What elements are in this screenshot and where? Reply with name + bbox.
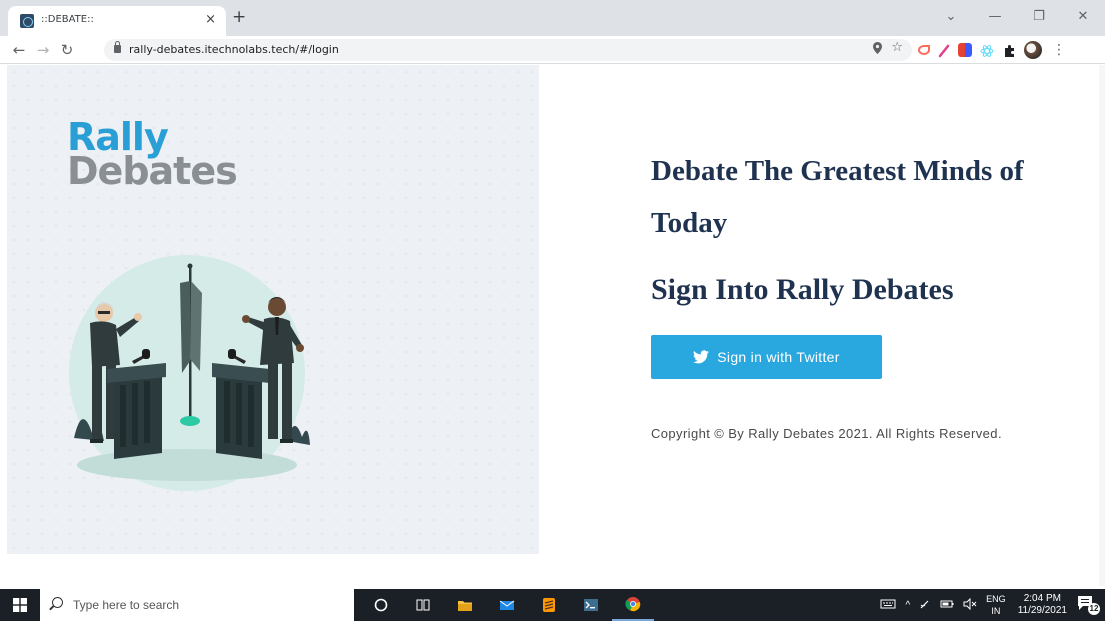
taskbar-search-placeholder: Type here to search bbox=[73, 598, 180, 612]
cortana-icon[interactable] bbox=[360, 589, 402, 621]
address-bar[interactable]: rally-debates.itechnolabs.tech/#/login ☆ bbox=[104, 39, 912, 61]
browser-tab[interactable]: ::DEBATE:: × bbox=[8, 6, 226, 36]
browser-menu-icon[interactable]: ⋮ bbox=[1052, 42, 1066, 58]
tab-title: ::DEBATE:: bbox=[41, 14, 94, 25]
chrome-icon[interactable] bbox=[612, 589, 654, 621]
login-page: Rally Debates Debate The Greatest Minds … bbox=[0, 65, 1105, 586]
back-arrow-icon[interactable]: ← bbox=[8, 39, 30, 61]
tab-search-icon[interactable]: ⌄ bbox=[929, 0, 973, 32]
clock-date: 11/29/2021 bbox=[1017, 605, 1067, 616]
taskbar-pinned-apps bbox=[360, 589, 654, 621]
windows-taskbar: Type here to search ^ ENG IN 2:04 PM 11/… bbox=[0, 589, 1105, 621]
lock-icon[interactable] bbox=[114, 41, 121, 53]
extensions-bar: ⋮ bbox=[918, 41, 1066, 59]
page-scrollbar[interactable] bbox=[1099, 65, 1105, 586]
location-pin-icon[interactable] bbox=[873, 42, 882, 57]
input-language-indicator[interactable]: ENG IN bbox=[986, 593, 1006, 617]
react-favicon-icon bbox=[20, 14, 34, 28]
bookmark-star-icon[interactable]: ☆ bbox=[891, 40, 903, 55]
notification-count-badge: 12 bbox=[1088, 603, 1100, 615]
action-center-button[interactable]: 12 bbox=[1077, 595, 1100, 615]
twitter-button-label: Sign in with Twitter bbox=[717, 349, 840, 365]
windows-logo-icon bbox=[13, 598, 27, 612]
search-icon bbox=[52, 597, 63, 608]
logo-debates-text: Debates bbox=[67, 149, 238, 193]
windows-start-button[interactable] bbox=[0, 589, 40, 621]
twitter-bird-icon bbox=[693, 350, 710, 364]
file-explorer-icon[interactable] bbox=[444, 589, 486, 621]
login-panel: Debate The Greatest Minds of Today Sign … bbox=[540, 65, 1105, 554]
extension-pen-icon[interactable] bbox=[938, 43, 950, 58]
pen-workspace-icon[interactable] bbox=[919, 598, 931, 613]
mail-icon[interactable] bbox=[486, 589, 528, 621]
system-clock[interactable]: 2:04 PM 11/29/2021 bbox=[1018, 593, 1067, 617]
close-tab-icon[interactable]: × bbox=[205, 12, 216, 27]
window-controls: ⌄ — ❐ ✕ bbox=[929, 0, 1105, 36]
terminal-icon[interactable] bbox=[570, 589, 612, 621]
reload-icon[interactable]: ↻ bbox=[56, 39, 78, 61]
language-code: ENG bbox=[986, 594, 1006, 604]
sign-in-heading: Sign Into Rally Debates bbox=[651, 273, 954, 306]
extension-grid-icon[interactable] bbox=[958, 43, 972, 57]
url-text[interactable]: rally-debates.itechnolabs.tech/#/login bbox=[129, 43, 339, 56]
system-tray: ^ ENG IN 2:04 PM 11/29/2021 12 bbox=[880, 589, 1105, 621]
sign-in-with-twitter-button[interactable]: Sign in with Twitter bbox=[651, 335, 882, 379]
new-tab-button[interactable]: + bbox=[232, 8, 246, 26]
show-hidden-icons-icon[interactable]: ^ bbox=[905, 600, 910, 611]
restore-button[interactable]: ❐ bbox=[1017, 0, 1061, 32]
forward-arrow-icon[interactable]: → bbox=[32, 39, 54, 61]
extensions-puzzle-icon[interactable] bbox=[1002, 43, 1016, 57]
debate-podium-illustration bbox=[69, 255, 310, 491]
battery-icon[interactable] bbox=[940, 599, 954, 612]
region-code: IN bbox=[991, 606, 1001, 616]
volume-muted-icon[interactable] bbox=[963, 597, 977, 613]
profile-avatar[interactable] bbox=[1024, 41, 1042, 59]
minimize-button[interactable]: — bbox=[973, 0, 1017, 32]
page-headline: Debate The Greatest Minds of Today bbox=[651, 155, 1024, 239]
close-window-button[interactable]: ✕ bbox=[1061, 0, 1105, 32]
taskbar-search-box[interactable]: Type here to search bbox=[40, 589, 354, 621]
extension-arrow-icon[interactable] bbox=[918, 45, 930, 55]
rally-debates-logo: Rally Debates bbox=[67, 118, 238, 193]
browser-tabbar: ::DEBATE:: × + ⌄ — ❐ ✕ bbox=[0, 0, 1105, 36]
keyboard-icon[interactable] bbox=[880, 598, 896, 613]
copyright-text: Copyright © By Rally Debates 2021. All R… bbox=[651, 426, 1002, 441]
sublime-text-icon[interactable] bbox=[528, 589, 570, 621]
extension-react-icon[interactable] bbox=[980, 43, 994, 57]
browser-toolbar: ← → ↻ rally-debates.itechnolabs.tech/#/l… bbox=[0, 36, 1105, 64]
clock-time: 2:04 PM bbox=[1023, 593, 1061, 604]
hero-panel: Rally Debates bbox=[7, 65, 539, 554]
task-view-icon[interactable] bbox=[402, 589, 444, 621]
